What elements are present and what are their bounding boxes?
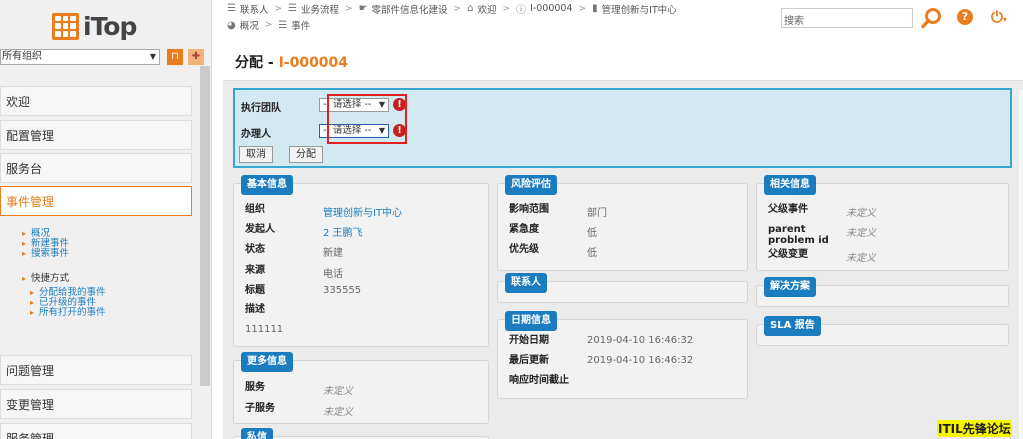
incident-submenu: 概况 新建事件 搜索事件 [22, 229, 69, 259]
sidebar-scrollbar[interactable] [200, 66, 210, 386]
menu-change-management[interactable]: 变更管理 [0, 389, 192, 419]
pin-icon[interactable]: ✚ [188, 49, 204, 65]
org-select-value: 所有组织 [2, 51, 42, 62]
menu-welcome[interactable]: 欢迎 [0, 86, 192, 116]
submenu-search-incident[interactable]: 搜索事件 [22, 249, 69, 259]
resolution-panel: 解决方案 [756, 277, 1009, 307]
itop-logo[interactable]: iTop [52, 10, 137, 42]
sla-legend: SLA 报告 [764, 316, 821, 336]
risk-assessment-panel: 风险评估 影响范围 部门 紧急度低 优先级低 [497, 175, 748, 271]
shortcuts-label[interactable]: 快捷方式 [22, 270, 69, 284]
help-icon[interactable]: ? [957, 9, 973, 25]
related-legend: 相关信息 [764, 175, 816, 195]
shortcut-submenu: 分配给我的事件 已升级的事件 所有打开的事件 [30, 288, 106, 318]
dates-legend: 日期信息 [505, 311, 557, 331]
basic-info-legend: 基本信息 [241, 175, 293, 195]
list-icon: ☰ [278, 19, 288, 31]
contacts-legend: 联系人 [505, 273, 547, 293]
title-bar: 分配 - I-000004 [223, 36, 1023, 81]
breadcrumb-item[interactable]: ☰ 业务流程 [288, 2, 339, 16]
breadcrumb-secondary: ◕ 概况 > ☰ 事件 [227, 18, 311, 33]
contacts-panel: 联系人 [497, 273, 748, 303]
org-filter: 所有组织 ▼ ⊓ ✚ [0, 49, 212, 67]
breadcrumb-item[interactable]: ⌂ 欢迎 [467, 2, 496, 16]
breadcrumb-item[interactable]: ◕ 概况 [227, 18, 259, 33]
cancel-button[interactable]: 取消 [239, 146, 273, 163]
menu-config-management[interactable]: 配置管理 [0, 120, 192, 150]
pie-chart-icon: ◕ [227, 19, 236, 31]
agent-label: 办理人 [241, 129, 271, 140]
private-log-legend: 私信 [241, 428, 273, 439]
menu-problem-management[interactable]: 问题管理 [0, 355, 192, 385]
menu-service-desk[interactable]: 服务台 [0, 153, 192, 183]
breadcrumb-item[interactable]: ☰ 事件 [278, 18, 310, 33]
related-info-panel: 相关信息 父级事件 未定义 parent problem id 未定义 父级变更 未定… [756, 175, 1009, 271]
top-bar: ☰ 联系人 > ☰ 业务流程 > ☛ 零部件信息化建设 > ⌂ 欢迎 > ⓘ I-000004 > … [213, 0, 1023, 36]
assign-button[interactable]: 分配 [289, 146, 323, 163]
incident-ref: I-000004 [278, 55, 349, 71]
more-info-legend: 更多信息 [241, 352, 293, 372]
tag-icon: ☛ [358, 3, 368, 14]
page-title-prefix: 分配 - [235, 55, 279, 71]
search-input[interactable]: 搜索 [781, 8, 913, 28]
breadcrumb-item[interactable]: ☰ 联系人 [227, 2, 268, 16]
main-scrollbar[interactable] [1019, 90, 1023, 439]
menu-incident-management[interactable]: 事件管理 [0, 186, 192, 216]
power-icon[interactable]: ⏻▾ [991, 8, 1007, 26]
home-icon: ⌂ [467, 3, 474, 14]
logo-mark-icon [52, 12, 79, 40]
organization-link[interactable]: 管理创新与IT中心 [323, 204, 402, 219]
annotation-highlight-box [327, 94, 407, 144]
page-title: 分配 - I-000004 [235, 52, 348, 72]
breadcrumb: ☰ 联系人 > ☰ 业务流程 > ☛ 零部件信息化建设 > ⌂ 欢迎 > ⓘ I-000004 > … [227, 1, 677, 16]
chevron-down-icon: ▾ [1002, 15, 1007, 24]
menu-service-management[interactable]: 服务管理 [0, 423, 192, 439]
resolution-legend: 解决方案 [764, 277, 816, 297]
list-icon: ☰ [227, 3, 236, 14]
list-icon: ☰ [288, 3, 297, 14]
shortcut-all-open[interactable]: 所有打开的事件 [30, 308, 106, 318]
sidebar: iTop 所有组织 ▼ ⊓ ✚ 欢迎 配置管理 服务台 事件管理 概况 新建事件… [0, 0, 212, 439]
risk-legend: 风险评估 [505, 175, 557, 195]
basic-info-panel: 基本信息 组织 管理创新与IT中心 发起人 2 王鹏飞 状态 新建 来源 电话 标题 33… [233, 175, 489, 347]
sla-report-panel: SLA 报告 [756, 316, 1009, 346]
more-info-panel: 更多信息 服务 未定义 子服务 未定义 [233, 352, 489, 424]
breadcrumb-item[interactable]: ☛ 零部件信息化建设 [359, 2, 448, 16]
team-label: 执行团队 [241, 103, 281, 114]
breadcrumb-item[interactable]: ⓘ I-000004 [516, 1, 573, 16]
org-tree-icon[interactable]: ⊓ [167, 49, 183, 65]
watermark-text: ITIL先锋论坛 [937, 420, 1012, 437]
logo-text: iTop [83, 11, 137, 41]
info-icon: ⓘ [516, 5, 527, 16]
assign-form: 执行团队 -- 请选择 -- ▼ ! 办理人 -- 请选择 -- ▼ ! 取消 … [233, 88, 1012, 168]
dates-panel: 日期信息 开始日期 2019-04-10 16:46:32 最后更新 2019-04… [497, 311, 748, 399]
search-icon[interactable] [921, 7, 943, 29]
org-select[interactable]: 所有组织 ▼ [0, 49, 160, 65]
building-icon: ▮ [592, 3, 598, 14]
chevron-down-icon: ▼ [149, 52, 156, 61]
caller-link[interactable]: 2 王鹏飞 [323, 224, 363, 239]
main-content: 分配 - I-000004 执行团队 -- 请选择 -- ▼ ! 办理人 -- … [223, 36, 1023, 439]
breadcrumb-item[interactable]: ▮ 管理创新与IT中心 [592, 2, 677, 16]
